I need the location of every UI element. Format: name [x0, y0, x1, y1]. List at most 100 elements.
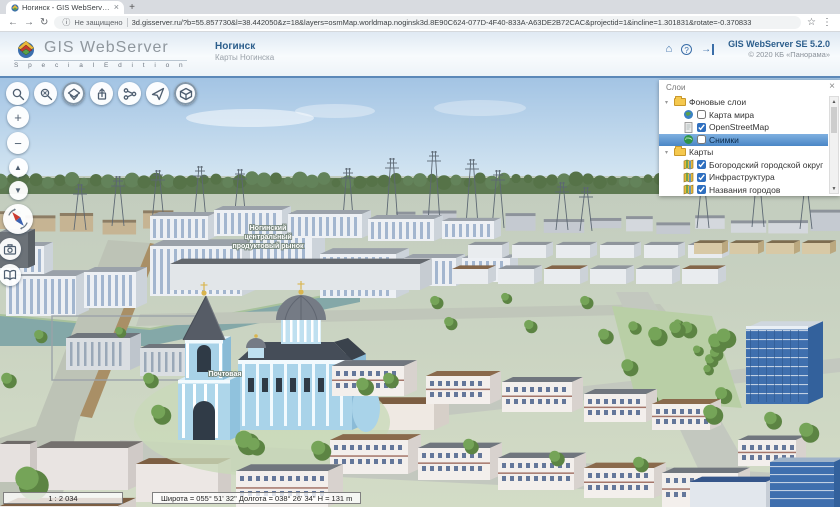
app-name: GIS WebServer: [44, 39, 169, 57]
favicon: [11, 4, 19, 12]
map-label-street: Почтовая: [209, 371, 242, 378]
layer-checkbox[interactable]: [697, 135, 706, 144]
layer-group-maps[interactable]: ▾ Карты: [659, 146, 828, 159]
area-search-button[interactable]: [34, 82, 57, 105]
layer-label: Карта мира: [709, 110, 754, 120]
map-layer-icon: [683, 172, 694, 183]
version-block: GIS WebServer SE 5.2.0 © 2020 КБ «Панора…: [728, 39, 830, 59]
bookmark-star-icon[interactable]: ☆: [807, 18, 816, 28]
layer-checkbox[interactable]: [697, 160, 706, 169]
export-icon: [95, 87, 109, 101]
stereo-3d-button[interactable]: [62, 82, 85, 105]
layer-item-district[interactable]: Богородский городской округ: [659, 159, 828, 172]
app-edition: S p e c i a l E d i t i o n: [14, 60, 187, 69]
3d-view-button[interactable]: [174, 82, 197, 105]
map-label-market: центральный: [244, 233, 291, 241]
map-label-market: Ногинский: [250, 224, 287, 232]
app-logo: GIS WebServer S p e c i a l E d i t i o …: [14, 37, 187, 69]
scrollbar-thumb[interactable]: [831, 107, 837, 133]
forward-icon[interactable]: →: [24, 18, 34, 28]
layer-group-label: Карты: [689, 147, 713, 157]
home-icon[interactable]: ⌂: [665, 44, 672, 55]
url-text: 3d.gisserver.ru/?b=55.857730&l=38.442050…: [132, 18, 752, 27]
layer-checkbox[interactable]: [697, 185, 706, 194]
fly-to-icon: [151, 87, 165, 101]
back-icon[interactable]: ←: [8, 18, 18, 28]
tree-toggle-icon[interactable]: ▾: [665, 99, 671, 106]
browser-tab-bar: Ногинск - GIS WebServer SE 5.2 × +: [0, 0, 840, 14]
layer-checkbox[interactable]: [697, 110, 706, 119]
tree-toggle-icon[interactable]: ▾: [665, 149, 671, 156]
login-icon[interactable]: →: [701, 44, 714, 55]
share-icon: [123, 87, 137, 101]
gis-logo-icon: [14, 37, 38, 59]
browser-tab[interactable]: Ногинск - GIS WebServer SE 5.2 ×: [6, 1, 124, 14]
browser-menu-icon[interactable]: ⋮: [822, 18, 832, 28]
screenshot-button[interactable]: [0, 238, 21, 260]
folder-icon: [674, 98, 686, 106]
layer-checkbox[interactable]: [697, 173, 706, 182]
layer-item-world-map[interactable]: Карта мира: [659, 109, 828, 122]
area-search-icon: [39, 87, 53, 101]
scroll-down-icon[interactable]: ▼: [830, 184, 838, 193]
search-icon: [11, 87, 25, 101]
scale-indicator: 1 : 2 034: [3, 492, 123, 504]
layer-item-infrastructure[interactable]: Инфраструктура: [659, 171, 828, 184]
compass-control[interactable]: [3, 204, 33, 234]
zoom-in-button[interactable]: +: [7, 106, 29, 128]
search-button[interactable]: [6, 82, 29, 105]
info-icon[interactable]: ⓘ: [62, 18, 70, 28]
copyright-text: © 2020 КБ «Панорама»: [728, 50, 830, 59]
tilt-down-button[interactable]: ▼: [9, 181, 28, 200]
url-field[interactable]: ⓘ Не защищено 3d.gisserver.ru/?b=55.8577…: [54, 16, 801, 29]
stereo-3d-icon: [67, 87, 81, 101]
reload-icon[interactable]: ↻: [40, 18, 48, 28]
layer-checkbox[interactable]: [697, 123, 706, 132]
app-header: GIS WebServer S p e c i a l E d i t i o …: [0, 32, 840, 78]
layer-label: Снимки: [709, 135, 739, 145]
layer-item-openstreetmap[interactable]: OpenStreetMap: [659, 121, 828, 134]
layer-label: OpenStreetMap: [709, 122, 769, 132]
map-toolbar-top: [6, 82, 197, 105]
layer-group-background[interactable]: ▾ Фоновые слои: [659, 96, 828, 109]
layers-panel-title: Слои: [666, 83, 685, 92]
zoom-out-button[interactable]: −: [7, 132, 29, 154]
legend-button[interactable]: [0, 264, 21, 286]
url-separator: [127, 18, 128, 27]
layer-label: Названия городов: [709, 185, 780, 195]
fly-to-button[interactable]: [146, 82, 169, 105]
layers-panel: Слои × ▾ Фоновые слои Карта мира OpenStr…: [659, 80, 840, 196]
project-title: Ногинск: [215, 41, 274, 52]
imagery-layer-icon: [683, 134, 694, 145]
version-text: GIS WebServer SE 5.2.0: [728, 39, 830, 49]
help-icon[interactable]: ?: [681, 44, 692, 55]
project-title-block: Ногинск Карты Ногинска: [215, 41, 274, 62]
scroll-up-icon[interactable]: ▲: [830, 97, 838, 106]
osm-layer-icon: [683, 122, 694, 133]
layer-group-label: Фоновые слои: [689, 97, 746, 107]
layer-label: Богородский городской округ: [709, 160, 823, 170]
layer-item-imagery[interactable]: Снимки: [659, 134, 828, 147]
book-icon: [3, 268, 17, 282]
tab-close-icon[interactable]: ×: [114, 3, 119, 12]
map-viewport[interactable]: Ногинский центральный продуктовый рынок …: [0, 78, 840, 507]
layer-item-city-names[interactable]: Названия городов: [659, 184, 828, 197]
3d-view-icon: [179, 87, 193, 101]
coordinates-indicator: Широта = 055° 51' 32" Долгота = 038° 26'…: [152, 492, 361, 504]
world-map-icon: [683, 109, 694, 120]
share-button[interactable]: [118, 82, 141, 105]
layer-label: Инфраструктура: [709, 172, 775, 182]
map-toolbar-left: + − ▲ ▼: [3, 106, 33, 286]
layers-panel-close-icon[interactable]: ×: [829, 81, 835, 92]
project-subtitle: Карты Ногинска: [215, 53, 274, 62]
layers-scrollbar[interactable]: ▲ ▼: [829, 96, 839, 194]
compass-icon: [5, 206, 31, 232]
camera-icon: [3, 242, 17, 256]
tab-title: Ногинск - GIS WebServer SE 5.2: [22, 3, 111, 12]
map-layer-icon: [683, 159, 694, 170]
export-button[interactable]: [90, 82, 113, 105]
tilt-up-button[interactable]: ▲: [9, 158, 28, 177]
new-tab-button[interactable]: +: [124, 1, 140, 14]
map-label-market: продуктовый рынок: [232, 242, 304, 250]
folder-icon: [674, 148, 686, 156]
